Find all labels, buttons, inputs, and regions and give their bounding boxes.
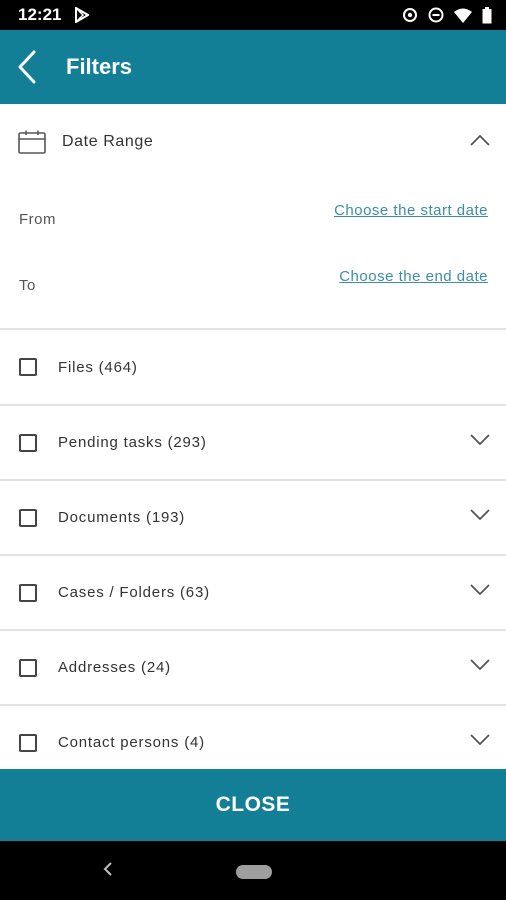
chevron-down-icon[interactable] bbox=[470, 659, 490, 671]
filter-item-contact-persons[interactable]: Contact persons (4) bbox=[0, 706, 506, 769]
close-button[interactable]: CLOSE bbox=[0, 769, 506, 841]
chevron-down-icon[interactable] bbox=[470, 509, 490, 521]
system-nav-bar bbox=[0, 841, 506, 900]
filter-label: Contact persons (4) bbox=[58, 734, 205, 751]
chevron-down-icon[interactable] bbox=[470, 434, 490, 446]
app-bar: Filters bbox=[0, 30, 506, 104]
filter-item-cases-folders[interactable]: Cases / Folders (63) bbox=[0, 556, 506, 631]
page-title: Filters bbox=[66, 54, 133, 79]
to-row: To Choose the end date bbox=[0, 266, 506, 306]
chevron-up-icon[interactable] bbox=[470, 134, 490, 146]
status-time: 12:21 bbox=[18, 5, 62, 24]
nav-home-pill-icon[interactable] bbox=[236, 865, 272, 879]
back-arrow-icon bbox=[18, 50, 36, 84]
date-range-title: Date Range bbox=[62, 133, 154, 150]
date-range-header[interactable]: Date Range bbox=[0, 104, 506, 180]
nav-back-icon[interactable] bbox=[103, 861, 113, 877]
do-not-disturb-icon bbox=[428, 7, 444, 23]
checkbox[interactable] bbox=[19, 658, 37, 677]
checkbox[interactable] bbox=[19, 433, 37, 452]
play-store-icon bbox=[75, 7, 90, 23]
filter-item-files[interactable]: Files (464) bbox=[0, 330, 506, 406]
date-range-section: Date Range From Choose the start date To… bbox=[0, 104, 506, 330]
filter-label: Cases / Folders (63) bbox=[58, 584, 210, 601]
filter-item-documents[interactable]: Documents (193) bbox=[0, 481, 506, 556]
battery-icon bbox=[482, 6, 492, 23]
start-date-link[interactable]: Choose the start date bbox=[334, 202, 488, 219]
checkbox[interactable] bbox=[19, 733, 37, 752]
filter-label: Files (464) bbox=[58, 358, 138, 376]
wifi-icon bbox=[454, 8, 472, 23]
calendar-icon bbox=[18, 130, 46, 154]
checkbox[interactable] bbox=[19, 508, 37, 527]
filter-label: Pending tasks (293) bbox=[58, 434, 207, 451]
filter-item-pending-tasks[interactable]: Pending tasks (293) bbox=[0, 406, 506, 481]
filter-label: Documents (193) bbox=[58, 509, 186, 526]
to-label: To bbox=[19, 277, 36, 294]
filter-label: Addresses (24) bbox=[58, 659, 171, 676]
filters-content[interactable]: Date Range From Choose the start date To… bbox=[0, 104, 506, 769]
back-button[interactable] bbox=[2, 30, 52, 104]
checkbox[interactable] bbox=[19, 358, 37, 376]
status-bar: 12:21 bbox=[0, 0, 506, 30]
checkbox[interactable] bbox=[19, 583, 37, 602]
chevron-down-icon[interactable] bbox=[470, 734, 490, 746]
from-label: From bbox=[19, 211, 56, 228]
end-date-link[interactable]: Choose the end date bbox=[339, 268, 488, 285]
from-row: From Choose the start date bbox=[0, 200, 506, 240]
chevron-down-icon[interactable] bbox=[470, 584, 490, 596]
data-saver-icon bbox=[403, 8, 417, 22]
filter-item-addresses[interactable]: Addresses (24) bbox=[0, 631, 506, 706]
